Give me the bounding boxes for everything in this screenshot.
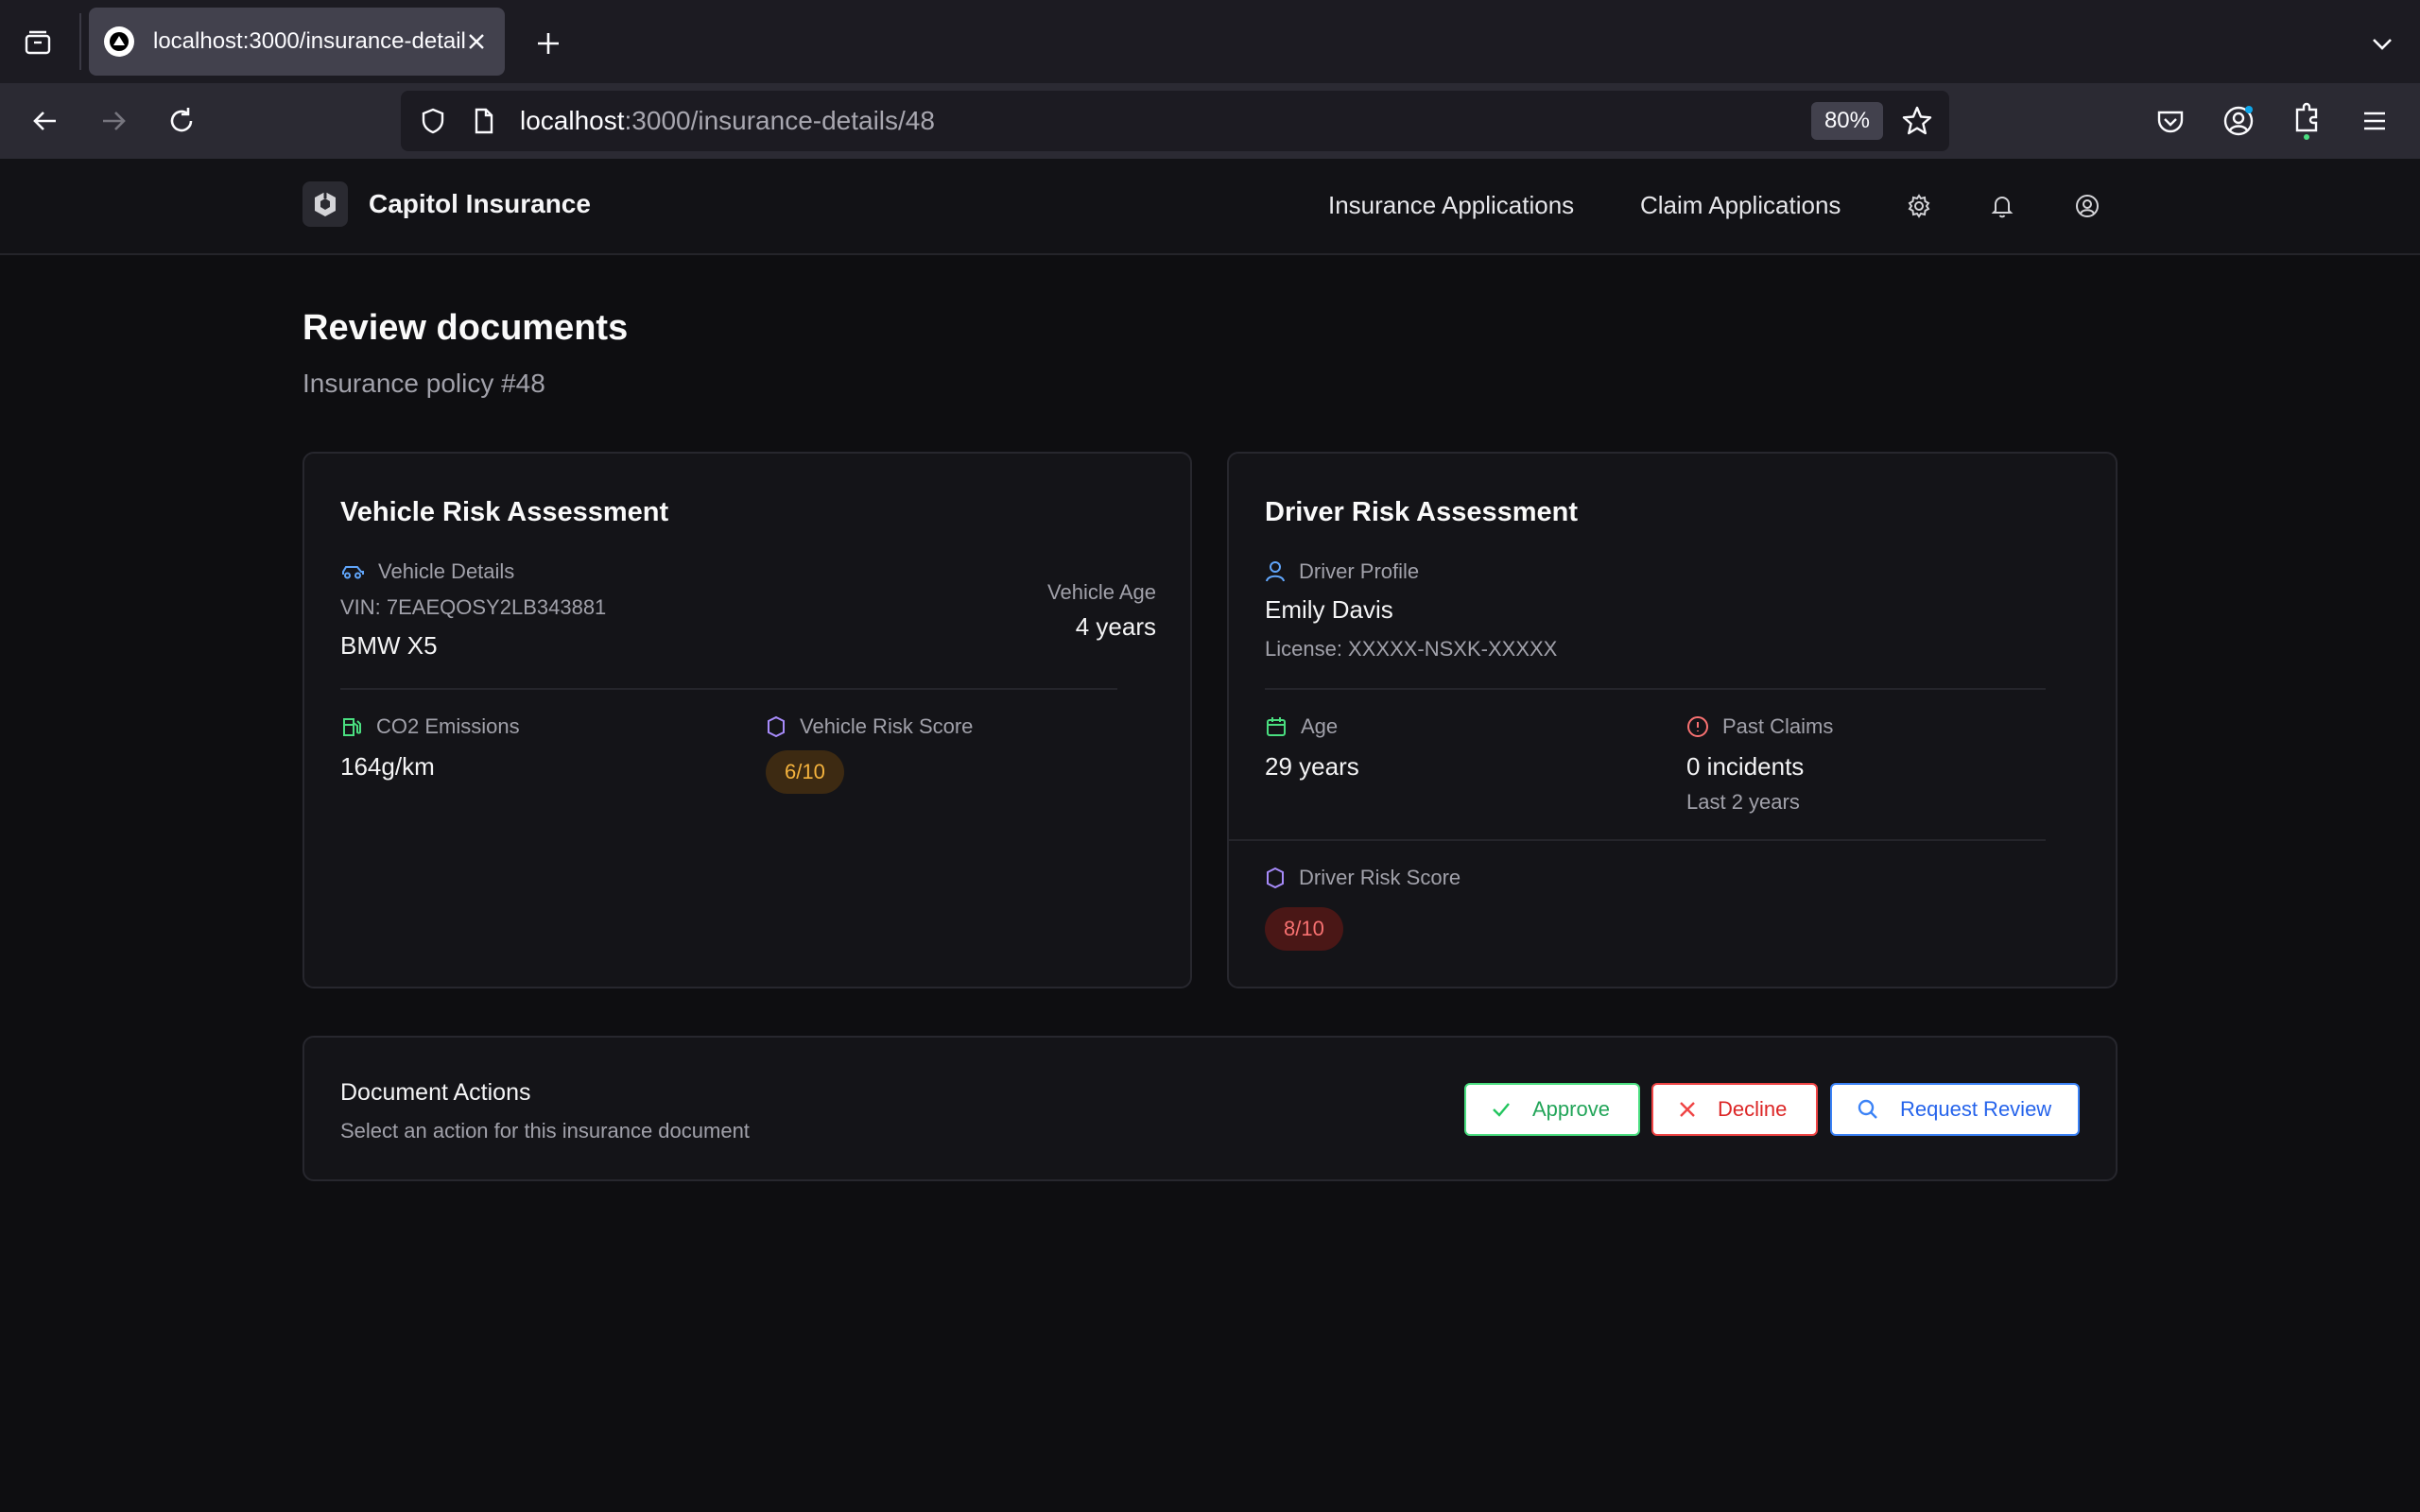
tab-divider	[79, 13, 81, 70]
vehicle-risk-label: Vehicle Risk Score	[766, 714, 973, 739]
fuel-pump-icon	[343, 718, 361, 736]
browser-tab-bar: localhost:3000/insurance-details/48	[0, 0, 2420, 83]
tab-title: localhost:3000/insurance-details/48	[153, 28, 465, 54]
favicon-icon	[104, 26, 134, 57]
address-bar[interactable]: localhost:3000/insurance-details/48 80%	[401, 91, 1949, 151]
driver-age-label: Age	[1265, 714, 1338, 739]
actions-title: Document Actions	[340, 1079, 531, 1106]
tab-list-icon[interactable]	[19, 25, 57, 60]
driver-risk-label: Driver Risk Score	[1265, 866, 1461, 890]
co2-value: 164g/km	[340, 752, 435, 781]
driver-card-title: Driver Risk Assessment	[1265, 497, 1578, 527]
vehicle-risk-badge: 6/10	[766, 750, 844, 794]
reload-icon[interactable]	[161, 100, 202, 142]
nav-claim-applications[interactable]: Claim Applications	[1640, 191, 1841, 220]
shield-icon[interactable]	[418, 106, 448, 136]
actions-subtitle: Select an action for this insurance docu…	[340, 1119, 750, 1143]
vehicle-card-title: Vehicle Risk Assessment	[340, 497, 669, 527]
back-arrow-icon[interactable]	[25, 100, 66, 142]
forward-arrow-icon[interactable]	[93, 100, 134, 142]
nav-insurance-applications[interactable]: Insurance Applications	[1328, 191, 1574, 220]
alert-circle-icon	[1687, 716, 1708, 737]
request-review-button[interactable]: Request Review	[1830, 1083, 2080, 1136]
browser-toolbar: localhost:3000/insurance-details/48 80%	[0, 83, 2420, 159]
divider	[1229, 839, 2046, 841]
decline-button[interactable]: Decline	[1651, 1083, 1818, 1136]
gear-icon[interactable]	[1904, 191, 1934, 221]
past-claims-value: 0 incidents	[1686, 752, 1805, 781]
page-title: Review documents	[302, 308, 629, 348]
account-icon[interactable]	[2218, 100, 2259, 142]
app-header: Capitol Insurance Insurance Applications…	[0, 159, 2420, 255]
extensions-icon[interactable]	[2286, 100, 2327, 142]
menu-icon[interactable]	[2354, 100, 2395, 142]
driver-risk-badge: 8/10	[1265, 907, 1343, 951]
vehicle-details-label: Vehicle Details	[340, 559, 514, 584]
co2-label: CO2 Emissions	[340, 714, 520, 739]
brand[interactable]: Capitol Insurance	[302, 181, 591, 227]
calendar-icon	[1267, 717, 1286, 736]
bell-icon[interactable]	[1987, 191, 2017, 221]
driver-risk-card: Driver Risk Assessment Driver Profile Em…	[1227, 452, 2118, 988]
past-claims-period: Last 2 years	[1686, 790, 1800, 814]
x-icon	[1680, 1102, 1695, 1117]
page-icon[interactable]	[469, 106, 499, 136]
check-icon	[1493, 1103, 1510, 1117]
star-icon[interactable]	[1900, 104, 1934, 138]
zoom-level[interactable]: 80%	[1810, 102, 1883, 140]
divider	[340, 688, 1117, 690]
page-subtitle: Insurance policy #48	[302, 369, 545, 398]
past-claims-label: Past Claims	[1686, 714, 1833, 739]
chevron-down-icon[interactable]	[2363, 25, 2401, 62]
new-tab-icon[interactable]	[529, 25, 567, 62]
brand-name: Capitol Insurance	[369, 189, 591, 218]
vehicle-age-label: Vehicle Age	[1047, 580, 1156, 604]
car-icon	[342, 566, 364, 579]
divider	[1265, 688, 2046, 690]
vehicle-risk-card: Vehicle Risk Assessment Vehicle Details …	[302, 452, 1192, 988]
vehicle-model: BMW X5	[340, 631, 438, 660]
pocket-icon[interactable]	[2150, 100, 2191, 142]
driver-license: License: XXXXX-NSXK-XXXXX	[1265, 637, 1558, 661]
vehicle-vin: VIN: 7EAEQOSY2LB343881	[340, 595, 607, 619]
browser-tab[interactable]: localhost:3000/insurance-details/48	[89, 8, 505, 76]
vehicle-age-value: 4 years	[1075, 612, 1156, 641]
url-text[interactable]: localhost:3000/insurance-details/48	[520, 106, 935, 136]
shield-icon	[768, 715, 785, 738]
user-circle-icon[interactable]	[2072, 191, 2102, 221]
driver-name: Emily Davis	[1265, 595, 1393, 624]
driver-profile-label: Driver Profile	[1265, 559, 1419, 584]
logo-icon	[302, 181, 348, 227]
shield-icon	[1267, 867, 1284, 889]
close-icon[interactable]	[461, 26, 492, 57]
driver-age-value: 29 years	[1265, 752, 1359, 781]
search-icon	[1858, 1099, 1877, 1119]
user-icon	[1266, 561, 1285, 582]
approve-button[interactable]: Approve	[1464, 1083, 1640, 1136]
